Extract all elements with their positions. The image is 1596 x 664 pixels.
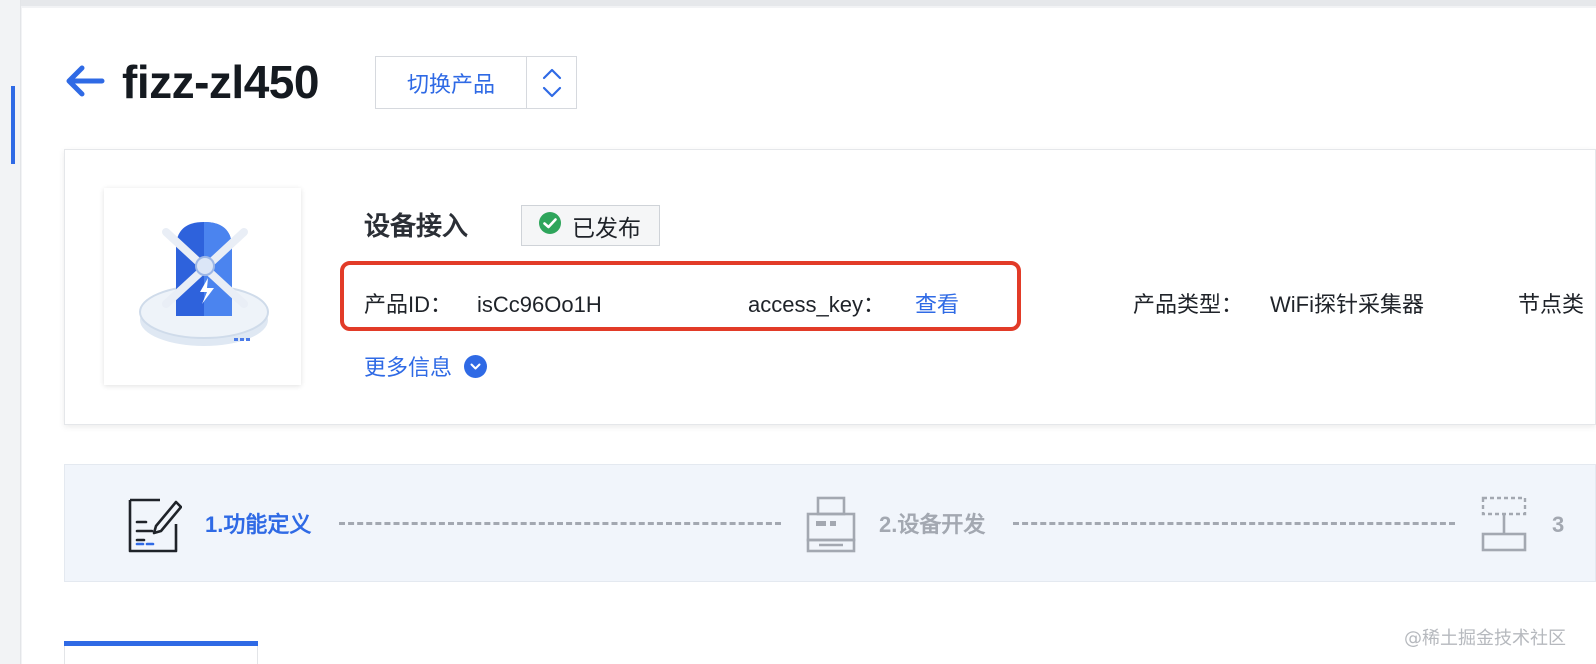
product-type-value: WiFi探针采集器 bbox=[1270, 292, 1424, 317]
step-1-label[interactable]: 1.功能定义 bbox=[205, 510, 311, 540]
check-circle-icon bbox=[538, 211, 562, 240]
switch-product-control[interactable]: 切换产品 bbox=[375, 56, 577, 109]
step-connector-2 bbox=[1013, 522, 1455, 525]
page-title: fizz-zl450 bbox=[122, 56, 319, 108]
network-topology-icon[interactable] bbox=[1479, 494, 1531, 554]
device-dev-icon[interactable] bbox=[805, 494, 857, 554]
status-badge: 已发布 bbox=[521, 205, 660, 246]
step-connector-1 bbox=[339, 522, 781, 525]
back-arrow-icon[interactable] bbox=[64, 60, 106, 102]
product-id-value: isCc96Oo1H bbox=[477, 292, 602, 317]
more-info-label: 更多信息 bbox=[364, 355, 453, 380]
product-id-label: 产品ID： bbox=[364, 292, 453, 317]
more-info-toggle[interactable]: 更多信息 bbox=[364, 350, 488, 382]
status-badge-text: 已发布 bbox=[572, 214, 641, 241]
document-edit-icon[interactable] bbox=[126, 494, 183, 554]
product-type-label: 产品类型： bbox=[1133, 292, 1244, 317]
left-rail-active-indicator bbox=[11, 86, 15, 164]
watermark: @稀土掘金技术社区 bbox=[1404, 628, 1566, 649]
view-access-key-link[interactable]: 查看 bbox=[915, 289, 959, 321]
access-key-label: access_key： bbox=[748, 292, 885, 317]
active-tab[interactable] bbox=[64, 646, 258, 664]
product-image bbox=[104, 188, 301, 385]
node-type-label: 节点类 bbox=[1518, 292, 1585, 317]
updown-chevron-icon[interactable] bbox=[527, 57, 576, 108]
chevron-down-icon bbox=[464, 354, 488, 378]
section-title: 设备接入 bbox=[364, 211, 469, 241]
switch-product-button[interactable]: 切换产品 bbox=[376, 57, 526, 108]
step-2-label[interactable]: 2.设备开发 bbox=[879, 510, 985, 540]
top-edge bbox=[0, 0, 1596, 6]
step-3-label[interactable]: 3 bbox=[1552, 510, 1596, 540]
